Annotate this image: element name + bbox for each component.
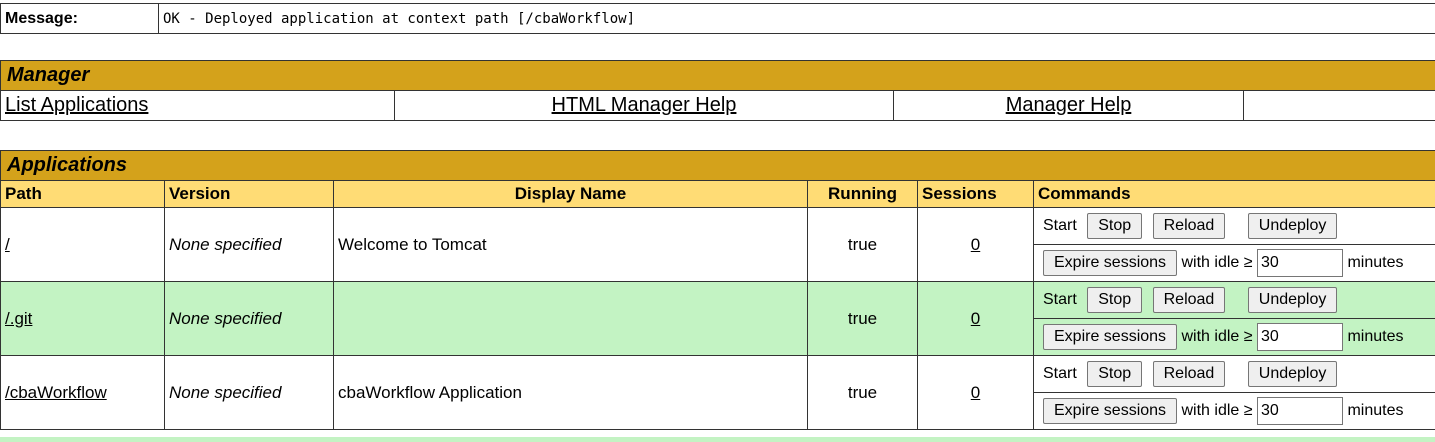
start-label: Start [1043, 217, 1077, 234]
message-text: OK - Deployed application at context pat… [158, 3, 1435, 34]
app-display-name: cbaWorkflow Application [333, 355, 808, 430]
column-header-sessions: Sessions [917, 180, 1034, 208]
idle-minutes-input[interactable]: 30 [1256, 323, 1343, 351]
table-row: / None specified Welcome to Tomcat true … [0, 207, 1435, 282]
column-header-display-name: Display Name [333, 180, 808, 208]
stop-button[interactable]: Stop [1087, 213, 1143, 239]
idle-minutes-input[interactable]: 30 [1256, 397, 1343, 425]
minutes-label: minutes [1347, 402, 1404, 419]
idle-minutes-input[interactable]: 30 [1256, 249, 1343, 277]
manager-help-link[interactable]: Manager Help [1006, 94, 1132, 116]
command-controls: Start Stop Reload Undeploy [1032, 355, 1435, 393]
column-header-running: Running [807, 180, 918, 208]
undeploy-button[interactable]: Undeploy [1247, 213, 1338, 239]
stop-button[interactable]: Stop [1087, 287, 1143, 313]
undeploy-button[interactable]: Undeploy [1247, 361, 1338, 387]
manager-table: Manager List Applications HTML Manager H… [0, 60, 1435, 121]
app-path-link[interactable]: /cbaWorkflow [5, 383, 107, 402]
expire-controls: Expire sessions with idle ≥ 30 minutes [1032, 318, 1435, 356]
message-table: Message: OK - Deployed application at co… [0, 3, 1435, 34]
expire-sessions-button[interactable]: Expire sessions [1043, 398, 1178, 424]
app-running: true [807, 281, 918, 356]
expire-controls: Expire sessions with idle ≥ 30 minutes [1032, 244, 1435, 282]
app-path-link[interactable]: /.git [5, 309, 32, 328]
applications-title: Applications [0, 150, 1435, 181]
app-sessions-link[interactable]: 0 [971, 235, 980, 254]
command-controls: Start Stop Reload Undeploy [1032, 207, 1435, 245]
next-row-partial [0, 437, 1435, 442]
minutes-label: minutes [1347, 254, 1404, 271]
undeploy-button[interactable]: Undeploy [1247, 287, 1338, 313]
with-idle-label: with idle ≥ [1181, 254, 1253, 271]
minutes-label: minutes [1347, 328, 1404, 345]
app-display-name: Welcome to Tomcat [333, 207, 808, 282]
with-idle-label: with idle ≥ [1181, 402, 1253, 419]
app-version: None specified [164, 281, 334, 356]
app-sessions-link[interactable]: 0 [971, 383, 980, 402]
list-applications-link[interactable]: List Applications [5, 94, 148, 116]
column-header-commands: Commands [1032, 180, 1435, 208]
expire-controls: Expire sessions with idle ≥ 30 minutes [1032, 392, 1435, 430]
command-controls: Start Stop Reload Undeploy [1032, 281, 1435, 319]
table-row: /.git None specified true 0 Start Stop R… [0, 281, 1435, 356]
stop-button[interactable]: Stop [1087, 361, 1143, 387]
message-label: Message: [0, 3, 159, 34]
column-header-version: Version [164, 180, 334, 208]
expire-sessions-button[interactable]: Expire sessions [1043, 250, 1178, 276]
app-running: true [807, 207, 918, 282]
reload-button[interactable]: Reload [1152, 361, 1226, 387]
table-row: /cbaWorkflow None specified cbaWorkflow … [0, 355, 1435, 430]
column-header-path: Path [0, 180, 165, 208]
with-idle-label: with idle ≥ [1181, 328, 1253, 345]
applications-table: Applications Path Version Display Name R… [0, 150, 1435, 430]
app-sessions-link[interactable]: 0 [971, 309, 980, 328]
app-version: None specified [164, 207, 334, 282]
app-running: true [807, 355, 918, 430]
reload-button[interactable]: Reload [1152, 287, 1226, 313]
html-manager-help-link[interactable]: HTML Manager Help [552, 94, 737, 116]
start-label: Start [1043, 365, 1077, 382]
app-version: None specified [164, 355, 334, 430]
start-label: Start [1043, 291, 1077, 308]
manager-title: Manager [0, 60, 1435, 91]
expire-sessions-button[interactable]: Expire sessions [1043, 324, 1178, 350]
reload-button[interactable]: Reload [1152, 213, 1226, 239]
app-display-name [333, 281, 808, 356]
empty-cell [1243, 90, 1435, 121]
app-path-link[interactable]: / [5, 235, 10, 254]
